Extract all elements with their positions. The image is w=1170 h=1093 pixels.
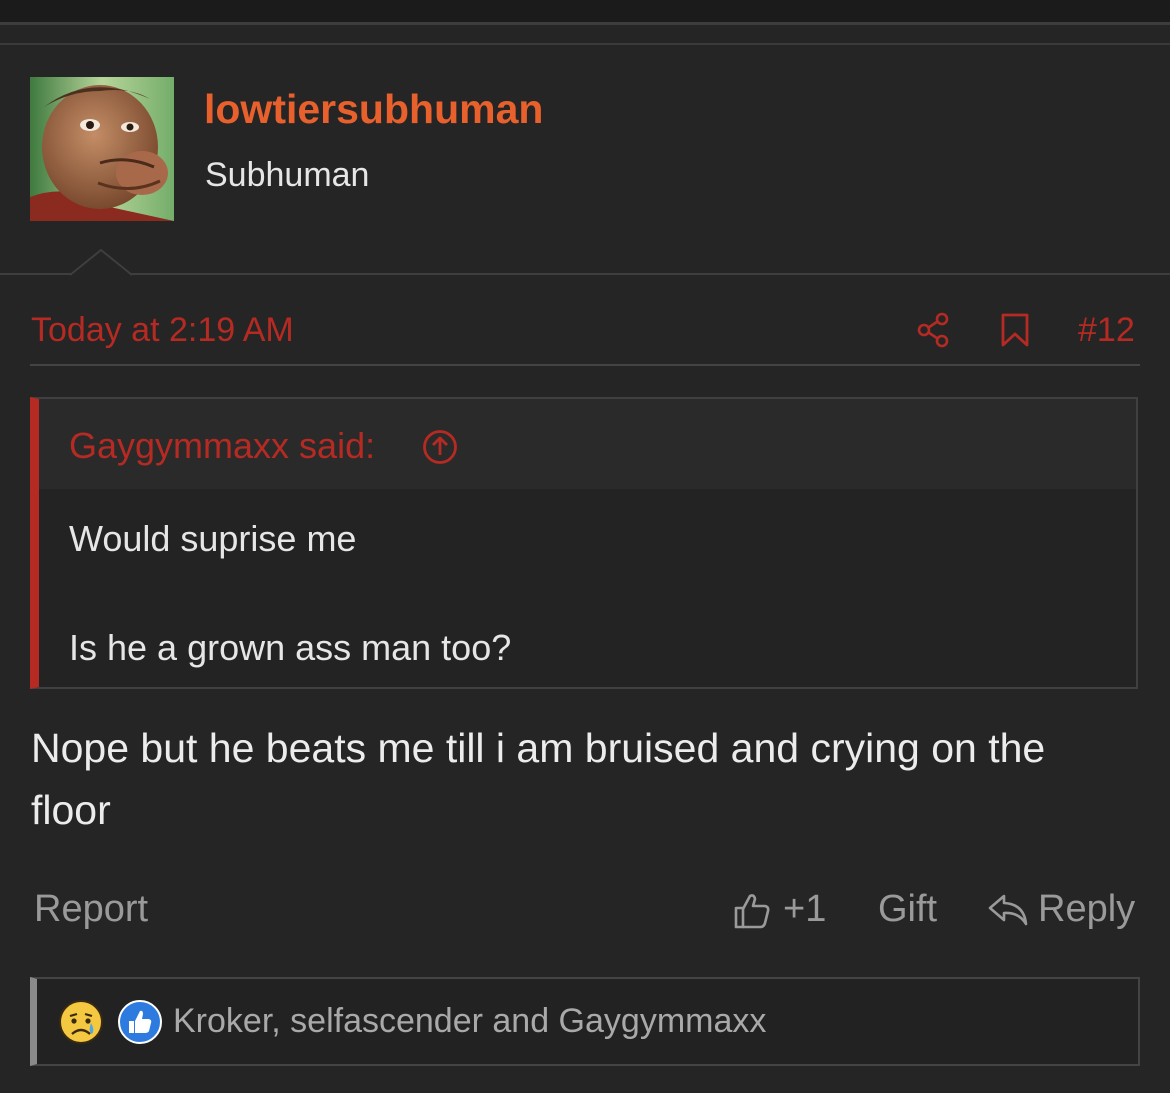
quote-block: Gaygymmaxx said: Would suprise me Is he … (30, 397, 1138, 689)
top-divider (0, 22, 1170, 25)
thumbs-up-icon[interactable] (732, 891, 772, 931)
cartoon-face-avatar-icon (30, 77, 174, 221)
like-count[interactable]: +1 (783, 888, 826, 931)
quote-text-line: Is he a grown ass man too? (69, 627, 512, 668)
gift-button[interactable]: Gift (878, 888, 937, 931)
post-body: Nope but he beats me till i am bruised a… (31, 725, 1046, 833)
quote-author-link[interactable]: Gaygymmaxx said: (69, 425, 375, 467)
post-timestamp[interactable]: Today at 2:19 AM (31, 311, 294, 350)
report-button[interactable]: Report (34, 888, 148, 931)
user-title: Subhuman (205, 156, 370, 194)
top-strip (0, 0, 1170, 22)
username-link[interactable]: lowtiersubhuman (204, 86, 543, 133)
reactions-bar[interactable]: Kroker, selfascender and Gaygymmaxx (30, 977, 1140, 1066)
like-reaction-icon (118, 1000, 162, 1044)
section-divider (0, 43, 1170, 45)
bookmark-icon[interactable] (1000, 313, 1030, 347)
avatar[interactable] (30, 77, 174, 221)
share-icon[interactable] (916, 312, 952, 348)
author-divider (0, 273, 1170, 275)
callout-arrow-icon (70, 249, 132, 276)
quote-text-line: Would suprise me (69, 518, 357, 559)
arrow-up-circle-icon[interactable] (422, 429, 458, 465)
sad-emoji-icon (59, 1000, 103, 1044)
header-divider (30, 364, 1140, 366)
reply-button[interactable]: Reply (1038, 888, 1135, 931)
reaction-users-link[interactable]: Kroker, selfascender and Gaygymmaxx (173, 1002, 766, 1041)
post-number[interactable]: #12 (1078, 311, 1135, 350)
reply-arrow-icon[interactable] (987, 893, 1029, 927)
